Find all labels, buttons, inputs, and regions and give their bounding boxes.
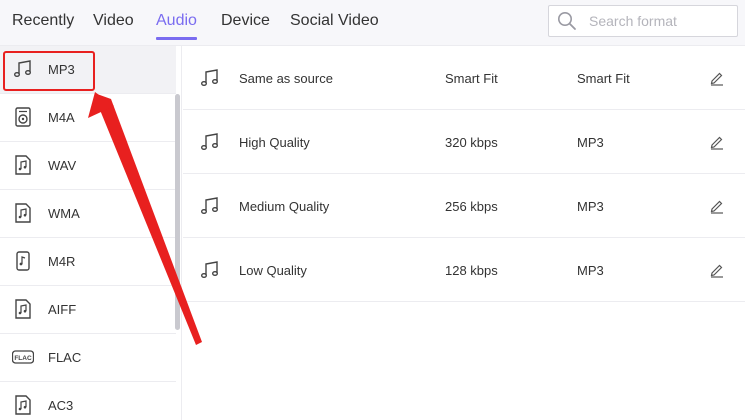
preset-bitrate: 256 kbps: [445, 199, 498, 214]
preset-name: Medium Quality: [239, 199, 330, 214]
ringtone-file-icon: [16, 251, 30, 271]
speaker-icon: [15, 107, 31, 127]
preset-format: MP3: [577, 199, 604, 214]
preset-format: Smart Fit: [577, 71, 630, 86]
preset-row[interactable]: Same as source Smart Fit Smart Fit: [183, 46, 745, 110]
preset-row[interactable]: High Quality 320 kbps MP3: [183, 110, 745, 174]
preset-name: Same as source: [239, 71, 333, 86]
tab-video[interactable]: Video: [93, 12, 134, 36]
preset-format: MP3: [577, 135, 604, 150]
search-input[interactable]: [589, 11, 729, 31]
flac-icon-text: FLAC: [14, 355, 32, 362]
tab-recently[interactable]: Recently: [12, 12, 74, 36]
sidebar-item-flac[interactable]: FLAC FLAC: [0, 334, 176, 382]
sidebar-scrollbar[interactable]: [175, 94, 180, 330]
sidebar-item-label: FLAC: [48, 350, 82, 365]
sidebar-item-label: MP3: [48, 62, 75, 77]
music-file-icon: [15, 299, 31, 319]
sidebar-item-label: AIFF: [48, 302, 77, 317]
search-icon: [558, 12, 576, 30]
sidebar-item-label: M4R: [48, 254, 76, 269]
sidebar-item-label: M4A: [48, 110, 75, 125]
preset-name: Low Quality: [239, 263, 307, 278]
music-file-icon: [15, 395, 31, 415]
edit-icon[interactable]: [709, 198, 725, 214]
sidebar-item-wma[interactable]: WMA: [0, 190, 176, 238]
music-note-icon: [201, 133, 218, 150]
flac-icon: FLAC: [12, 350, 34, 364]
preset-row[interactable]: Low Quality 128 kbps MP3: [183, 238, 745, 302]
edit-icon[interactable]: [709, 70, 725, 86]
preset-bitrate: 320 kbps: [445, 135, 498, 150]
sidebar-item-ac3[interactable]: AC3: [0, 382, 176, 420]
sidebar-item-wav[interactable]: WAV: [0, 142, 176, 190]
music-note-icon: [14, 60, 31, 77]
sidebar-item-m4a[interactable]: M4A: [0, 94, 176, 142]
tab-audio[interactable]: Audio: [156, 12, 197, 40]
preset-name: High Quality: [239, 135, 310, 150]
sidebar-item-label: WAV: [48, 158, 77, 173]
music-file-icon: [15, 155, 31, 175]
search-box[interactable]: [548, 5, 738, 37]
edit-icon[interactable]: [709, 262, 725, 278]
preset-bitrate: Smart Fit: [445, 71, 498, 86]
preset-format: MP3: [577, 263, 604, 278]
edit-icon[interactable]: [709, 134, 725, 150]
format-tab-bar: Recently Video Audio Device Social Video: [0, 0, 745, 46]
sidebar-item-aiff[interactable]: AIFF: [0, 286, 176, 334]
preset-row[interactable]: Medium Quality 256 kbps MP3: [183, 174, 745, 238]
sidebar-item-label: WMA: [48, 206, 80, 221]
tab-device[interactable]: Device: [221, 12, 270, 36]
sidebar-item-m4r[interactable]: M4R: [0, 238, 176, 286]
music-note-icon: [201, 69, 218, 86]
music-note-icon: [201, 261, 218, 278]
preset-bitrate: 128 kbps: [445, 263, 498, 278]
sidebar-item-label: AC3: [48, 398, 74, 413]
tab-social-video[interactable]: Social Video: [290, 12, 379, 36]
format-sidebar: MP3 M4A WAV WMA M4R AIFF FLAC FLAC AC3: [0, 46, 182, 420]
sidebar-item-mp3[interactable]: MP3: [0, 46, 176, 94]
music-note-icon: [201, 197, 218, 214]
music-file-icon: [15, 203, 31, 223]
